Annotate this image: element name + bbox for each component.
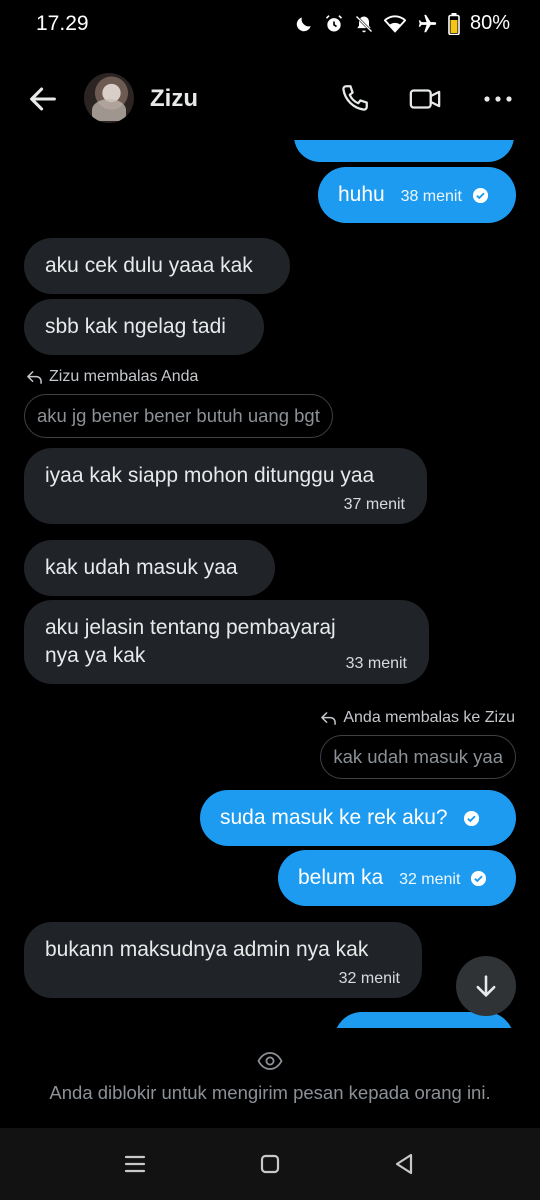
read-check-icon [471,870,487,887]
message-bubble-outgoing[interactable]: belum ka 32 menit [278,850,516,906]
eye-icon [257,1052,283,1070]
message-bubble-outgoing[interactable]: suda masuk ke rek aku? [200,790,516,846]
message-time: 33 menit [345,655,407,672]
message-text: huhu [338,183,385,206]
wifi-icon [383,14,406,33]
moon-icon [296,16,311,31]
battery-percentage: 80% [469,12,510,34]
message-text: belum ka [298,866,384,889]
home-icon[interactable] [256,1150,284,1178]
message-text: suda masuk ke rek aku? [220,806,448,829]
message-list[interactable]: huhu 38 menit aku cek dulu yaaa kak sbb … [0,140,540,1028]
nav-back-icon[interactable] [390,1150,418,1178]
bell-off-icon [355,15,373,32]
message-time: 37 menit [343,496,405,513]
read-check-icon [464,810,480,827]
reply-label: Zizu membalas Anda [26,368,198,386]
message-text: iyaa kak siapp mohon ditunggu yaa [45,464,375,487]
status-bar: 17.29 80% [0,0,540,50]
blocked-footer: Anda diblokir untuk mengirim pesan kepad… [0,1028,540,1128]
chat-screen: 17.29 80% Zizu huhu 38 menit aku cek dul… [0,0,540,1200]
message-bubble-incoming[interactable]: iyaa kak siapp mohon ditunggu yaa 37 men… [24,448,427,524]
message-text: bukann maksudnya admin nya kak [45,938,369,961]
battery-icon [448,12,460,35]
message-text: kak udah masuk yaa [45,556,238,579]
phone-icon[interactable] [337,82,371,116]
reply-quote[interactable]: aku jg bener bener butuh uang bgt [24,394,333,438]
status-icons: 80% [294,12,510,35]
blocked-message: Anda diblokir untuk mengirim pesan kepad… [49,1082,491,1103]
message-bubble-incoming[interactable]: sbb kak ngelag tadi [24,299,264,355]
reply-icon [321,711,337,725]
reply-quote-text: aku jg bener bener butuh uang bgt [37,405,320,426]
reply-icon [27,370,42,384]
message-text-line-1: aku jelasin tentang pembayaraj [45,616,336,639]
message-bubble-partial[interactable] [294,140,514,162]
message-bubble-incoming[interactable]: bukann maksudnya admin nya kak 32 menit [24,922,422,998]
message-text: aku cek dulu yaaa kak [45,254,253,277]
reply-quote[interactable]: kak udah masuk yaa [320,735,516,779]
video-icon[interactable] [408,82,442,116]
message-time: 32 menit [399,871,461,888]
scroll-to-bottom-button[interactable] [456,956,516,1016]
message-bubble-outgoing[interactable]: huhu 38 menit [318,167,516,223]
status-time: 17.29 [36,12,89,35]
recents-menu-icon[interactable] [121,1150,149,1178]
message-time: 38 menit [400,188,462,205]
message-bubble-incoming[interactable]: kak udah masuk yaa [24,540,275,596]
message-bubble-incoming[interactable]: aku jelasin tentang pembayaraj nya ya ka… [24,600,429,684]
system-nav-bar [0,1128,540,1200]
reply-label-text: Anda membalas ke Zizu [343,709,515,726]
arrow-down-icon [476,975,496,997]
avatar[interactable] [84,73,134,123]
reply-quote-text: kak udah masuk yaa [333,746,503,767]
reply-label-text: Zizu membalas Anda [49,368,199,385]
more-icon[interactable] [481,82,515,116]
message-time: 32 menit [338,970,400,987]
contact-name[interactable]: Zizu [150,85,198,113]
message-text: sbb kak ngelag tadi [45,315,226,338]
airplane-icon [418,14,437,32]
alarm-icon [325,14,343,31]
chat-header: Zizu [0,60,540,136]
reply-label: Anda membalas ke Zizu [320,709,515,727]
read-check-icon [472,187,488,204]
back-arrow-icon[interactable] [26,82,60,116]
message-bubble-incoming[interactable]: aku cek dulu yaaa kak [24,238,290,294]
